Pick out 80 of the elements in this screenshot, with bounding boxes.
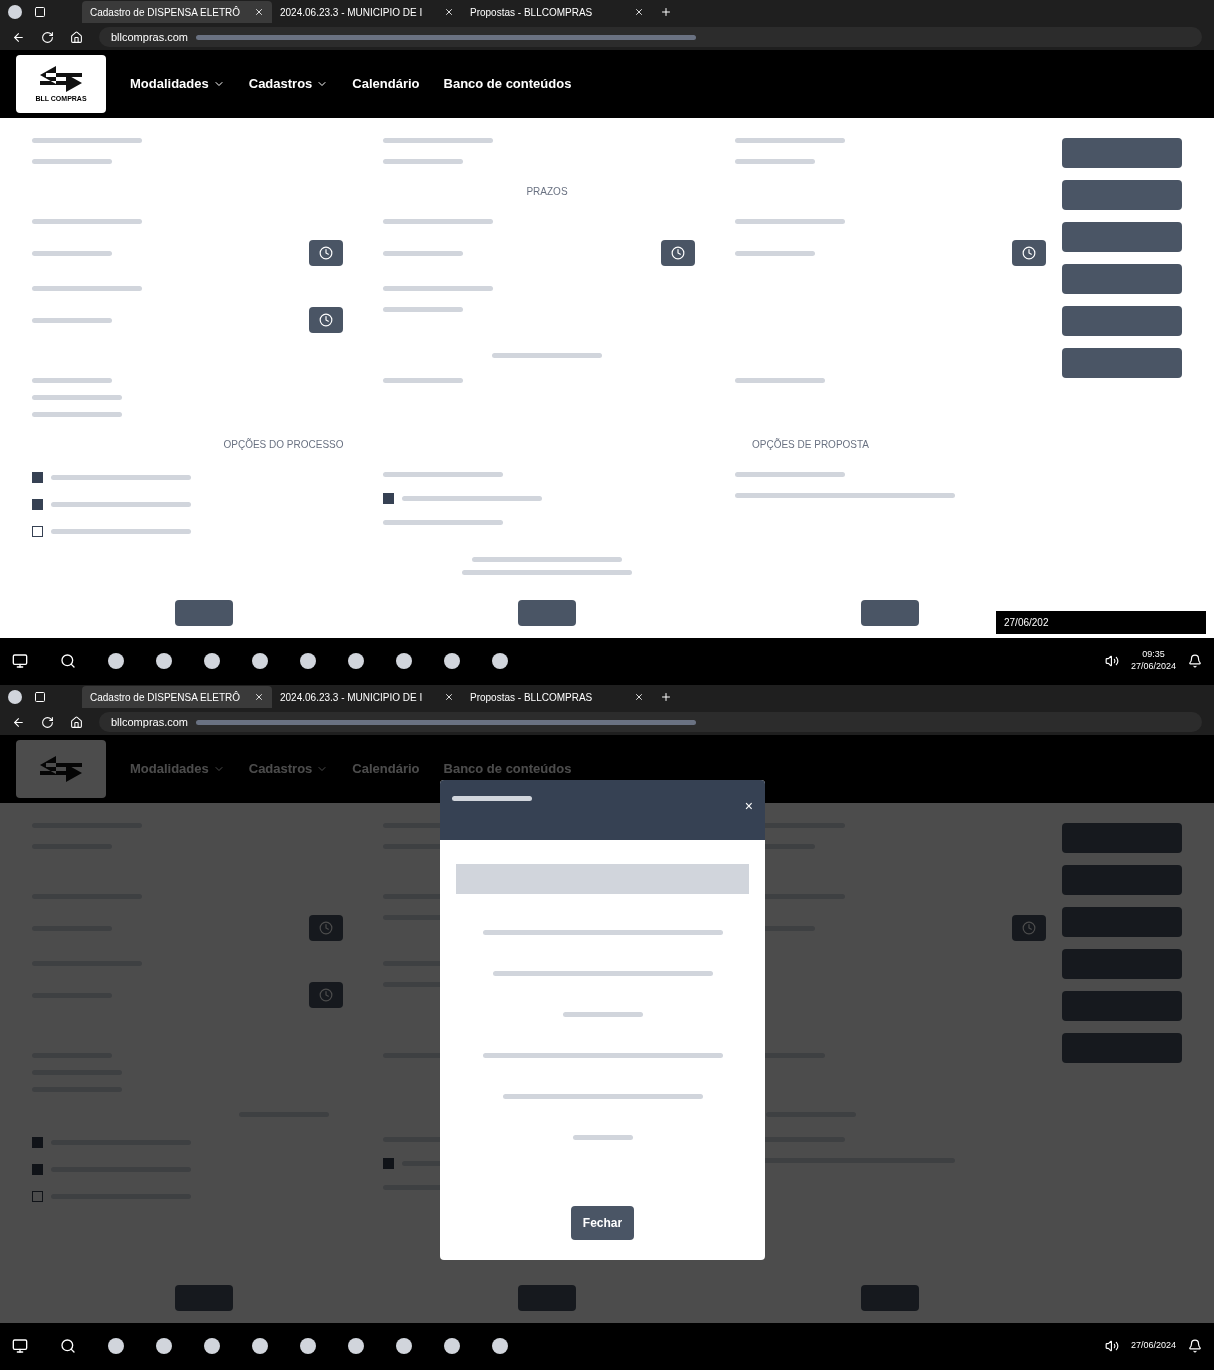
profile-icon[interactable] <box>8 690 22 704</box>
search-icon[interactable] <box>60 652 76 669</box>
taskbar-app-icon[interactable] <box>108 1337 124 1354</box>
taskbar-app-icon[interactable] <box>492 1337 508 1354</box>
clock-button[interactable] <box>309 240 344 266</box>
clock-date: 27/06/2024 <box>1130 660 1176 672</box>
address-bar[interactable]: bllcompras.com <box>99 712 1202 732</box>
close-dialog-button[interactable]: Fechar <box>570 1206 635 1240</box>
notification-icon[interactable] <box>1188 1338 1202 1353</box>
section-heading: PRAZOS <box>526 185 568 199</box>
browser-tab[interactable]: 2024.06.23.3 - MUNICIPIO DE I <box>272 686 462 708</box>
browser-tab[interactable]: Cadastro de DISPENSA ELETRÔ <box>82 686 272 708</box>
reload-icon[interactable] <box>41 715 54 729</box>
illegible-text <box>572 1135 633 1140</box>
start-icon[interactable] <box>12 652 28 669</box>
taskbar-app-icon[interactable] <box>396 1337 412 1354</box>
checkbox[interactable] <box>32 472 43 483</box>
browser-tab[interactable]: Propostas - BLLCOMPRAS <box>462 1 652 23</box>
search-icon[interactable] <box>60 1337 76 1354</box>
clock-time: 09:35 <box>1142 649 1165 661</box>
address-bar[interactable]: bllcompras.com <box>99 27 1202 47</box>
taskbar-app-icon[interactable] <box>252 1337 268 1354</box>
checkbox[interactable] <box>383 493 395 504</box>
clock-button[interactable] <box>1012 240 1046 266</box>
taskbar-app-icon[interactable] <box>252 652 268 669</box>
taskbar-app-icon[interactable] <box>204 1337 220 1354</box>
home-icon[interactable] <box>70 715 83 729</box>
close-icon[interactable] <box>254 7 264 17</box>
taskbar-app-icon[interactable] <box>300 652 316 669</box>
nav-menu-item[interactable]: Banco de conteúdos <box>443 74 572 94</box>
reload-icon[interactable] <box>41 30 54 44</box>
new-tab-icon[interactable] <box>660 691 672 703</box>
close-button[interactable]: × <box>744 796 753 817</box>
profile-icon[interactable] <box>8 5 22 19</box>
section-heading: OPÇÕES DE PROPOSTA <box>751 437 870 452</box>
notification-toast: 27/06/202 <box>996 611 1206 634</box>
taskbar-app-icon[interactable] <box>444 652 460 669</box>
taskbar-app-icon[interactable] <box>300 1337 316 1354</box>
nav-menu-item[interactable]: Modalidades <box>130 74 225 94</box>
browser-tab[interactable]: 2024.06.23.3 - MUNICIPIO DE I <box>272 1 462 23</box>
taskbar-app-icon[interactable] <box>156 1337 172 1354</box>
back-icon[interactable] <box>12 30 25 44</box>
home-icon[interactable] <box>70 30 83 44</box>
checkbox[interactable] <box>32 526 43 537</box>
new-tab-icon[interactable] <box>660 6 672 18</box>
clock-icon <box>1022 246 1036 260</box>
tab-actions-icon[interactable] <box>34 6 46 18</box>
section-heading: OPÇÕES DO PROCESSO <box>223 437 344 452</box>
taskbar-app-icon[interactable] <box>492 652 508 669</box>
clock-icon <box>319 246 334 260</box>
close-icon[interactable] <box>254 692 264 702</box>
clock-button[interactable] <box>309 307 344 333</box>
close-icon[interactable] <box>444 692 454 702</box>
close-icon[interactable] <box>634 7 644 17</box>
form-button[interactable] <box>861 600 920 626</box>
nav-menu-item[interactable]: Cadastros <box>248 74 329 94</box>
taskbar-app-icon[interactable] <box>108 652 124 669</box>
taskbar-app-icon[interactable] <box>204 652 220 669</box>
taskbar-app-icon[interactable] <box>348 1337 364 1354</box>
form-button[interactable] <box>174 600 233 626</box>
checkbox[interactable] <box>32 499 43 510</box>
clock-button[interactable] <box>660 240 695 266</box>
taskbar-app-icon[interactable] <box>444 1337 460 1354</box>
start-icon[interactable] <box>12 1337 28 1354</box>
notification-icon[interactable] <box>1188 653 1202 668</box>
tab-actions-icon[interactable] <box>34 691 46 703</box>
back-icon[interactable] <box>12 715 25 729</box>
clock-icon <box>319 313 334 327</box>
browser-tab[interactable]: Cadastro de DISPENSA ELETRÔ <box>82 1 272 23</box>
taskbar-app-icon[interactable] <box>156 652 172 669</box>
volume-icon[interactable] <box>1104 1338 1119 1353</box>
browser-tab[interactable]: Propostas - BLLCOMPRAS <box>462 686 652 708</box>
close-icon[interactable] <box>634 692 644 702</box>
clock-date: 27/06/2024 <box>1130 1339 1176 1352</box>
nav-menu-item[interactable]: Calendário <box>352 74 420 94</box>
close-icon[interactable] <box>444 7 454 17</box>
taskbar-app-icon[interactable] <box>396 652 412 669</box>
taskbar-app-icon[interactable] <box>348 652 364 669</box>
volume-icon[interactable] <box>1104 653 1119 668</box>
clock-icon <box>670 246 685 260</box>
